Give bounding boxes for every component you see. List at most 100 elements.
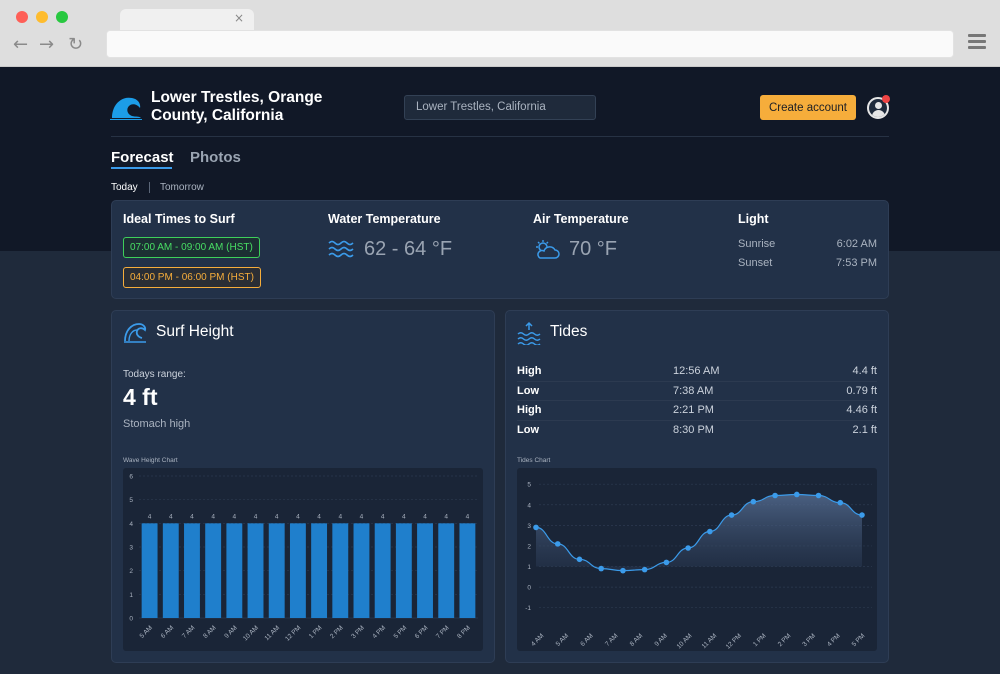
- tide-height: 0.79 ft: [846, 384, 877, 397]
- bar: [374, 523, 391, 618]
- bar: [226, 523, 243, 618]
- wave-height-chart-svg: 0 1 2 3 4 5 6 4 5 AM 4 6 AM 4 7 AM 4 8 AM 4 9 AM 4 10 AM 4 1…: [129, 474, 478, 643]
- location-search-input[interactable]: Lower Trestles, California: [404, 95, 596, 120]
- x-tick-label: 3 PM: [801, 632, 817, 648]
- site-title[interactable]: Lower Trestles, Orange County, Californi…: [151, 89, 361, 125]
- x-tick-label: 6 AM: [160, 624, 175, 639]
- browser-chrome: × ← → ↻: [0, 0, 1000, 67]
- x-tick-label: 5 AM: [139, 624, 154, 639]
- tide-row: Low 7:38 AM 0.79 ft: [517, 382, 877, 401]
- conditions-card: Ideal Times to Surf 07:00 AM - 09:00 AM …: [111, 200, 889, 299]
- tides-chart-svg: -1 0 1 2 3 4 5 4 AM 5 AM 6 AM 7 AM 8 AM 9 AM 10 AM 11 …: [525, 482, 872, 651]
- tide-icon: [517, 321, 541, 345]
- tide-height: 2.1 ft: [852, 423, 877, 436]
- notification-dot: [882, 95, 890, 103]
- wave-logo-icon[interactable]: [110, 94, 142, 120]
- tide-row: Low 8:30 PM 2.1 ft: [517, 421, 877, 441]
- x-tick-label: 4 PM: [826, 632, 842, 648]
- tide-type: Low: [517, 423, 539, 436]
- create-account-button[interactable]: Create account: [760, 95, 856, 120]
- day-tab-tomorrow[interactable]: Tomorrow: [160, 182, 204, 193]
- tide-type: Low: [517, 384, 539, 397]
- data-label: 4: [190, 513, 194, 520]
- tide-point: [794, 491, 800, 498]
- bar: [459, 523, 476, 618]
- data-label: 4: [423, 513, 427, 520]
- y-tick-label: 3: [527, 523, 531, 530]
- maximize-window-dot[interactable]: [56, 11, 68, 23]
- x-tick-label: 4 PM: [371, 624, 387, 640]
- bar: [205, 523, 222, 618]
- x-tick-label: 7 AM: [604, 632, 619, 647]
- bar: [438, 523, 455, 618]
- bar: [311, 523, 328, 618]
- x-tick-label: 6 AM: [579, 632, 594, 647]
- close-window-dot[interactable]: [16, 11, 28, 23]
- x-tick-label: 9 AM: [653, 632, 668, 647]
- tab-photos[interactable]: Photos: [190, 149, 241, 166]
- tide-time: 2:21 PM: [673, 404, 714, 416]
- tide-point: [750, 498, 757, 505]
- data-label: 4: [402, 513, 406, 520]
- bar: [332, 523, 349, 618]
- browser-tab[interactable]: ×: [120, 9, 254, 31]
- y-tick-label: 0: [527, 585, 531, 592]
- x-tick-label: 11 AM: [263, 624, 281, 642]
- x-tick-label: 2 PM: [777, 632, 793, 648]
- x-tick-label: 12 PM: [284, 624, 302, 642]
- tab-forecast[interactable]: Forecast: [111, 149, 174, 166]
- x-tick-label: 8 AM: [629, 632, 644, 647]
- data-label: 4: [169, 513, 173, 520]
- data-label: 4: [338, 513, 342, 520]
- arrow-left-icon[interactable]: ←: [13, 34, 28, 55]
- data-label: 4: [296, 513, 300, 520]
- minimize-window-dot[interactable]: [36, 11, 48, 23]
- tide-point: [533, 524, 539, 531]
- x-tick-label: 8 PM: [456, 624, 472, 640]
- y-tick-label: 0: [129, 616, 133, 623]
- tide-type: High: [517, 404, 542, 416]
- x-tick-label: 3 PM: [350, 624, 366, 640]
- y-tick-label: 5: [129, 497, 133, 504]
- x-tick-label: 5 PM: [851, 632, 867, 648]
- tide-point: [576, 556, 583, 563]
- x-tick-label: 7 AM: [181, 624, 196, 639]
- active-tab-indicator: [111, 167, 172, 169]
- bar: [417, 523, 433, 618]
- y-tick-label: 2: [129, 568, 133, 575]
- ideal-times-heading: Ideal Times to Surf: [123, 212, 235, 226]
- bar: [289, 523, 306, 618]
- wave-icon: [124, 323, 147, 343]
- data-label: 4: [275, 513, 279, 520]
- data-label: 4: [317, 513, 321, 520]
- y-tick-label: -1: [525, 605, 531, 612]
- tide-point: [620, 567, 626, 574]
- tab-close-icon[interactable]: ×: [234, 11, 244, 25]
- y-tick-label: 4: [129, 521, 133, 528]
- x-tick-label: 11 AM: [701, 632, 719, 650]
- bar: [353, 523, 370, 618]
- arrow-right-icon[interactable]: →: [39, 34, 54, 55]
- water-temp-value: 62 - 64 °F: [364, 238, 453, 260]
- bar: [184, 523, 200, 618]
- tide-height: 4.4 ft: [852, 365, 877, 377]
- tides-chart: -1 0 1 2 3 4 5 4 AM 5 AM 6 AM 7 AM 8 AM 9 AM 10 AM 11 …: [517, 468, 877, 651]
- partly-cloudy-icon: [536, 240, 560, 259]
- water-temp-heading: Water Temperature: [328, 212, 441, 226]
- y-tick-label: 6: [129, 474, 133, 481]
- reload-icon[interactable]: ↻: [68, 34, 83, 55]
- data-label: 4: [381, 513, 385, 520]
- data-label: 4: [466, 513, 470, 520]
- tides-chart-caption: Tides Chart: [517, 457, 551, 464]
- hamburger-menu-icon[interactable]: [968, 34, 986, 52]
- tides-card: Tides High 12:56 AM 4.4 ft Low 7:38 AM 0…: [505, 310, 889, 663]
- tide-time: 8:30 PM: [673, 423, 714, 436]
- bar: [395, 523, 412, 618]
- day-tab-today[interactable]: Today: [111, 182, 138, 193]
- address-bar[interactable]: [106, 30, 954, 58]
- y-tick-label: 4: [527, 502, 531, 509]
- x-tick-label: 5 PM: [393, 624, 409, 640]
- tide-type: High: [517, 365, 542, 377]
- tide-point: [663, 559, 670, 566]
- tide-point: [837, 499, 844, 506]
